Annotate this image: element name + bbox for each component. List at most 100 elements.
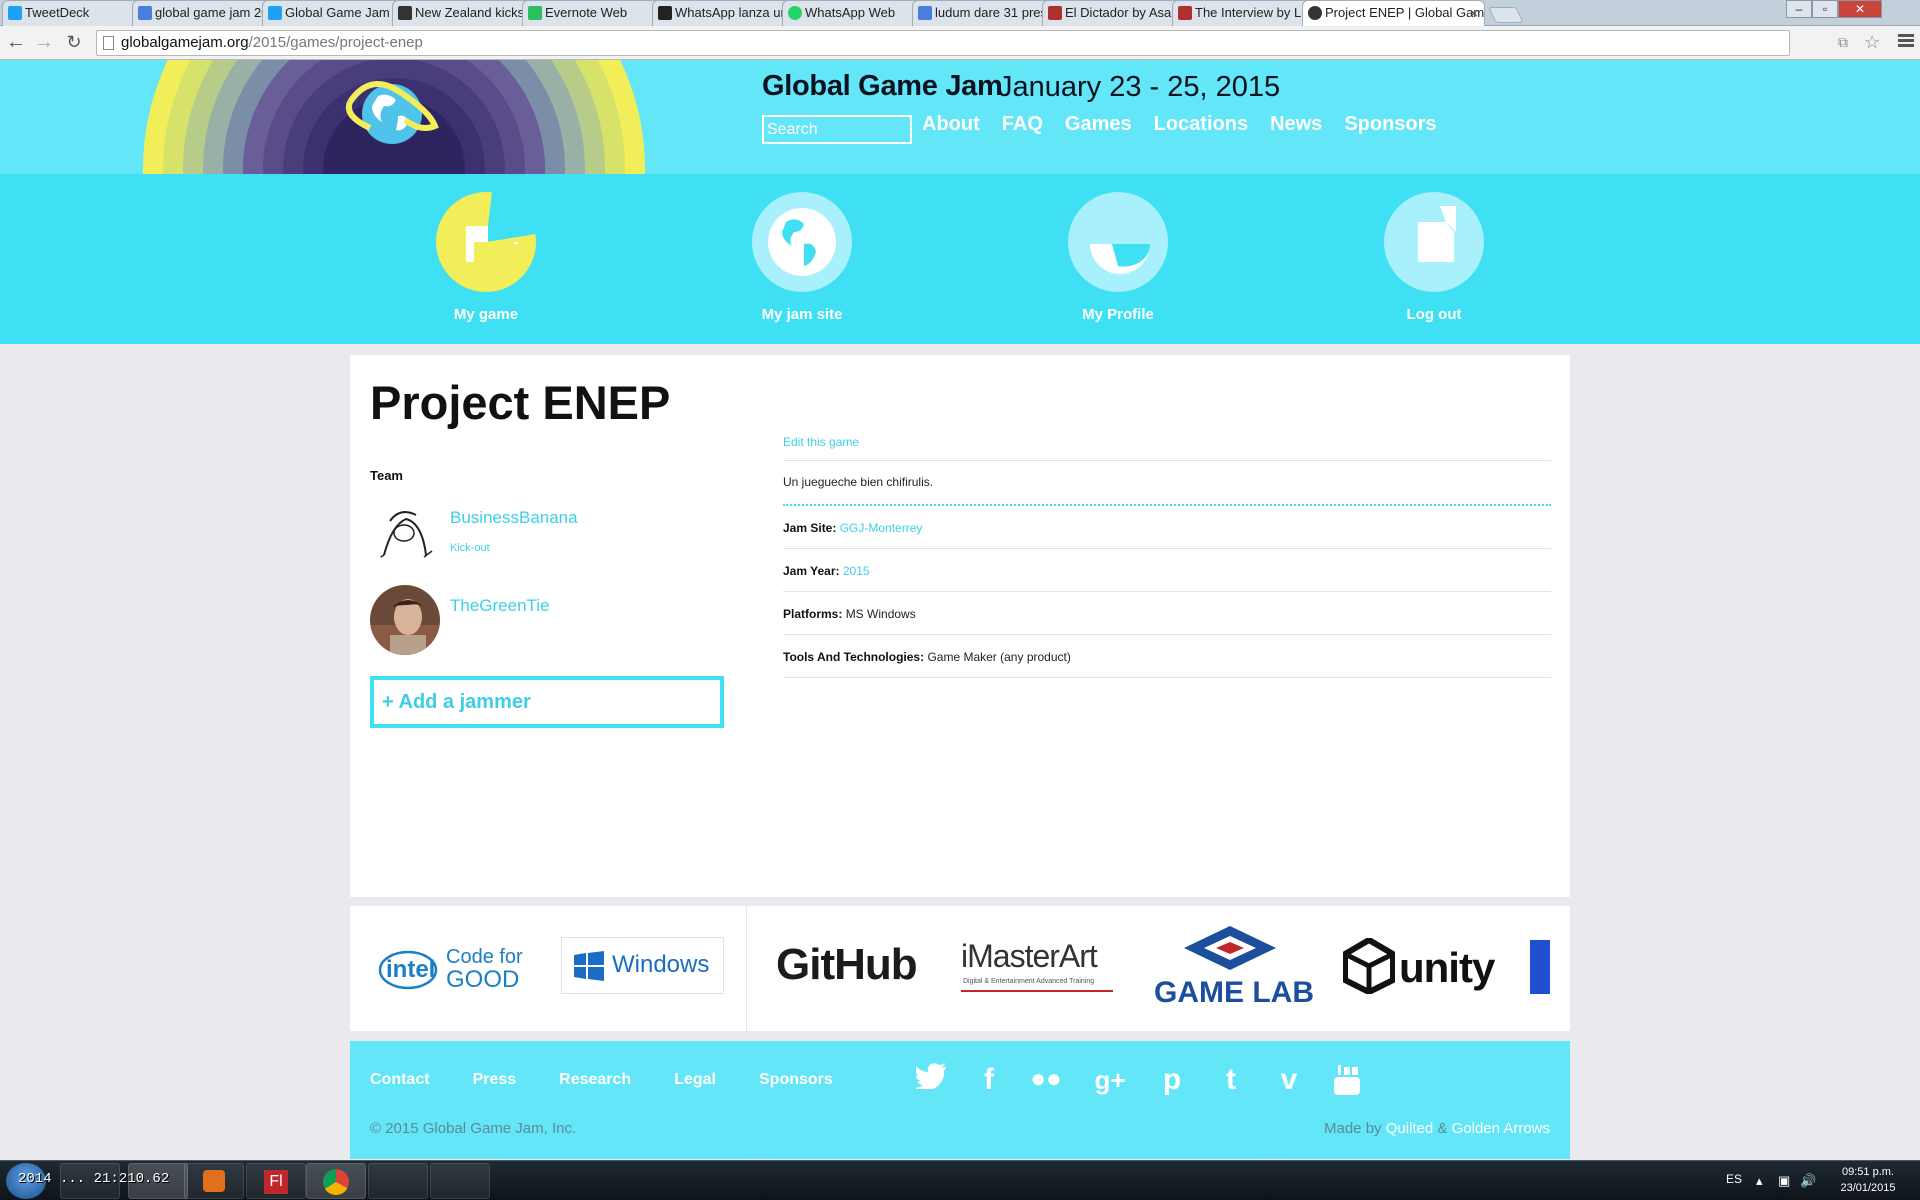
site-header: Global Game Jam January 23 - 25, 2015 Ab… xyxy=(0,60,1920,174)
unity-sponsor-logo[interactable]: unity xyxy=(1343,938,1503,998)
quilted-link[interactable]: Quilted xyxy=(1386,1120,1434,1137)
nav-about[interactable]: About xyxy=(922,113,980,136)
my-game-button[interactable]: My game xyxy=(406,192,566,323)
facebook-sponsor-logo[interactable] xyxy=(1530,940,1550,994)
google-plus-icon[interactable]: g+ xyxy=(1088,1063,1132,1097)
footer-contact-link[interactable]: Contact xyxy=(370,1071,430,1089)
pinterest-icon[interactable]: p xyxy=(1155,1063,1189,1097)
twitter-icon xyxy=(268,6,282,20)
jam-year-row: Jam Year: 2015 xyxy=(783,549,1551,592)
jam-site-row: Jam Site: GGJ-Monterrey xyxy=(783,506,1551,549)
flash-icon[interactable]: Fl xyxy=(246,1163,306,1199)
bbc-icon xyxy=(658,6,672,20)
game-page: Project ENEP Team BusinessBanana Kick-ou… xyxy=(350,355,1570,897)
my-game-label: My game xyxy=(453,306,519,323)
log-out-icon xyxy=(1384,192,1484,292)
search-input[interactable] xyxy=(762,115,912,144)
tools-row: Tools And Technologies: Game Maker (any … xyxy=(783,635,1551,678)
platforms-row: Platforms: MS Windows xyxy=(783,592,1551,635)
back-icon[interactable]: ← xyxy=(4,30,28,56)
browser-tab-active[interactable]: Project ENEP | Global Game Jam× xyxy=(1302,0,1485,27)
tray-expand-icon[interactable]: ▴ xyxy=(1756,1173,1763,1189)
globe-icon xyxy=(752,192,852,292)
log-out-label: Log out xyxy=(1406,306,1462,323)
nav-locations[interactable]: Locations xyxy=(1154,113,1248,136)
game-details: Edit this game Un juegueche bien chifiru… xyxy=(783,421,1551,678)
facebook-icon[interactable]: f xyxy=(972,1063,1006,1097)
my-jam-site-label: My jam site xyxy=(761,306,843,323)
log-out-button[interactable]: Log out xyxy=(1354,192,1514,323)
footer-legal-link[interactable]: Legal xyxy=(674,1071,716,1089)
gamelab-sponsor-logo[interactable]: GAME LAB xyxy=(1150,926,1314,1016)
chrome-menu-icon[interactable] xyxy=(1898,32,1914,52)
terminal-icon[interactable] xyxy=(430,1163,490,1199)
add-jammer-button[interactable]: + Add a jammer xyxy=(370,676,724,728)
translate-icon[interactable]: ⧉ xyxy=(1838,30,1848,54)
team-member: BusinessBanana Kick-out xyxy=(370,497,730,569)
flash-glyph: Fl xyxy=(264,1170,288,1194)
nav-games[interactable]: Games xyxy=(1065,113,1132,136)
notepad-icon[interactable] xyxy=(368,1163,428,1199)
member-name-link[interactable]: BusinessBanana xyxy=(450,508,578,528)
flickr-icon[interactable]: ●● xyxy=(1029,1063,1063,1097)
twitter-icon xyxy=(8,6,22,20)
nav-faq[interactable]: FAQ xyxy=(1002,113,1043,136)
page-title: Project ENEP xyxy=(370,376,671,429)
language-indicator[interactable]: ES xyxy=(1726,1172,1742,1186)
game-description: Un juegueche bien chifirulis. xyxy=(783,461,1551,506)
minimize-button[interactable]: – xyxy=(1786,0,1812,18)
member-name-link[interactable]: TheGreenTie xyxy=(450,596,550,616)
nav-sponsors[interactable]: Sponsors xyxy=(1344,113,1436,136)
close-icon[interactable]: × xyxy=(1470,1,1478,25)
footer-research-link[interactable]: Research xyxy=(559,1071,631,1089)
gamelab-logo-icon xyxy=(1184,926,1276,970)
reload-icon[interactable]: ↻ xyxy=(62,30,86,56)
jam-year-link[interactable]: 2015 xyxy=(843,564,870,578)
sponsor-bar: intel Code for GOOD Windows GitHub iMast… xyxy=(350,906,1570,1031)
ludumdare-icon xyxy=(1178,6,1192,20)
network-icon[interactable]: ▣ xyxy=(1778,1173,1790,1189)
windows-sponsor-logo[interactable]: Windows xyxy=(561,937,724,994)
intel-sponsor-logo[interactable]: intel Code for GOOD xyxy=(378,946,528,994)
twitter-icon[interactable] xyxy=(913,1063,948,1097)
github-sponsor-logo[interactable]: GitHub xyxy=(776,940,918,990)
my-profile-button[interactable]: My Profile xyxy=(1038,192,1198,323)
jam-dates: January 23 - 25, 2015 xyxy=(998,71,1281,103)
site-title[interactable]: Global Game Jam xyxy=(762,70,1003,103)
nav-news[interactable]: News xyxy=(1270,113,1322,136)
main-nav: About FAQ Games Locations News Sponsors xyxy=(922,113,1437,136)
maximize-button[interactable]: ▫ xyxy=(1812,0,1838,18)
jam-site-link[interactable]: GGJ-Monterrey xyxy=(840,521,923,535)
system-clock[interactable]: 09:51 p.m. 23/01/2015 xyxy=(1828,1164,1908,1196)
whatsapp-icon xyxy=(788,6,802,20)
windows-taskbar: Fl 2014 ... 21:210.62 ES ▴ ▣ 🔊 09:51 p.m… xyxy=(0,1160,1920,1200)
avatar[interactable] xyxy=(370,497,440,567)
chrome-icon[interactable] xyxy=(306,1163,366,1199)
unity-logo-icon xyxy=(1343,938,1395,994)
tools-value: Game Maker (any product) xyxy=(927,650,1071,664)
platforms-value: MS Windows xyxy=(845,607,916,621)
windows-logo-icon xyxy=(574,951,604,981)
footer-sponsors-link[interactable]: Sponsors xyxy=(759,1071,833,1089)
media-player-icon[interactable] xyxy=(184,1163,244,1199)
tumblr-icon[interactable]: t xyxy=(1214,1063,1248,1097)
ggj-globe-logo[interactable] xyxy=(340,72,440,152)
volume-icon[interactable]: 🔊 xyxy=(1800,1173,1816,1189)
google-icon xyxy=(918,6,932,20)
forward-icon[interactable]: → xyxy=(32,30,56,56)
edit-game-link[interactable]: Edit this game xyxy=(783,421,1551,461)
my-jam-site-button[interactable]: My jam site xyxy=(722,192,882,323)
vimeo-icon[interactable]: v xyxy=(1272,1063,1306,1097)
footer-press-link[interactable]: Press xyxy=(473,1071,517,1089)
url-field[interactable]: globalgamejam.org/2015/games/project-ene… xyxy=(96,30,1790,56)
sponsor-divider xyxy=(746,906,747,1031)
imasterart-sponsor-logo[interactable]: iMasterArt Digital & Entertainment Advan… xyxy=(961,938,1116,998)
window-close-button[interactable]: ✕ xyxy=(1838,0,1882,18)
new-tab-button[interactable] xyxy=(1488,7,1524,23)
avatar[interactable] xyxy=(370,585,440,655)
youtube-icon[interactable] xyxy=(1330,1063,1364,1097)
golden-arrows-link[interactable]: Golden Arrows xyxy=(1452,1120,1550,1137)
bookmark-star-icon[interactable]: ☆ xyxy=(1864,30,1880,54)
kick-out-link[interactable]: Kick-out xyxy=(450,542,490,554)
evernote-icon xyxy=(528,6,542,20)
